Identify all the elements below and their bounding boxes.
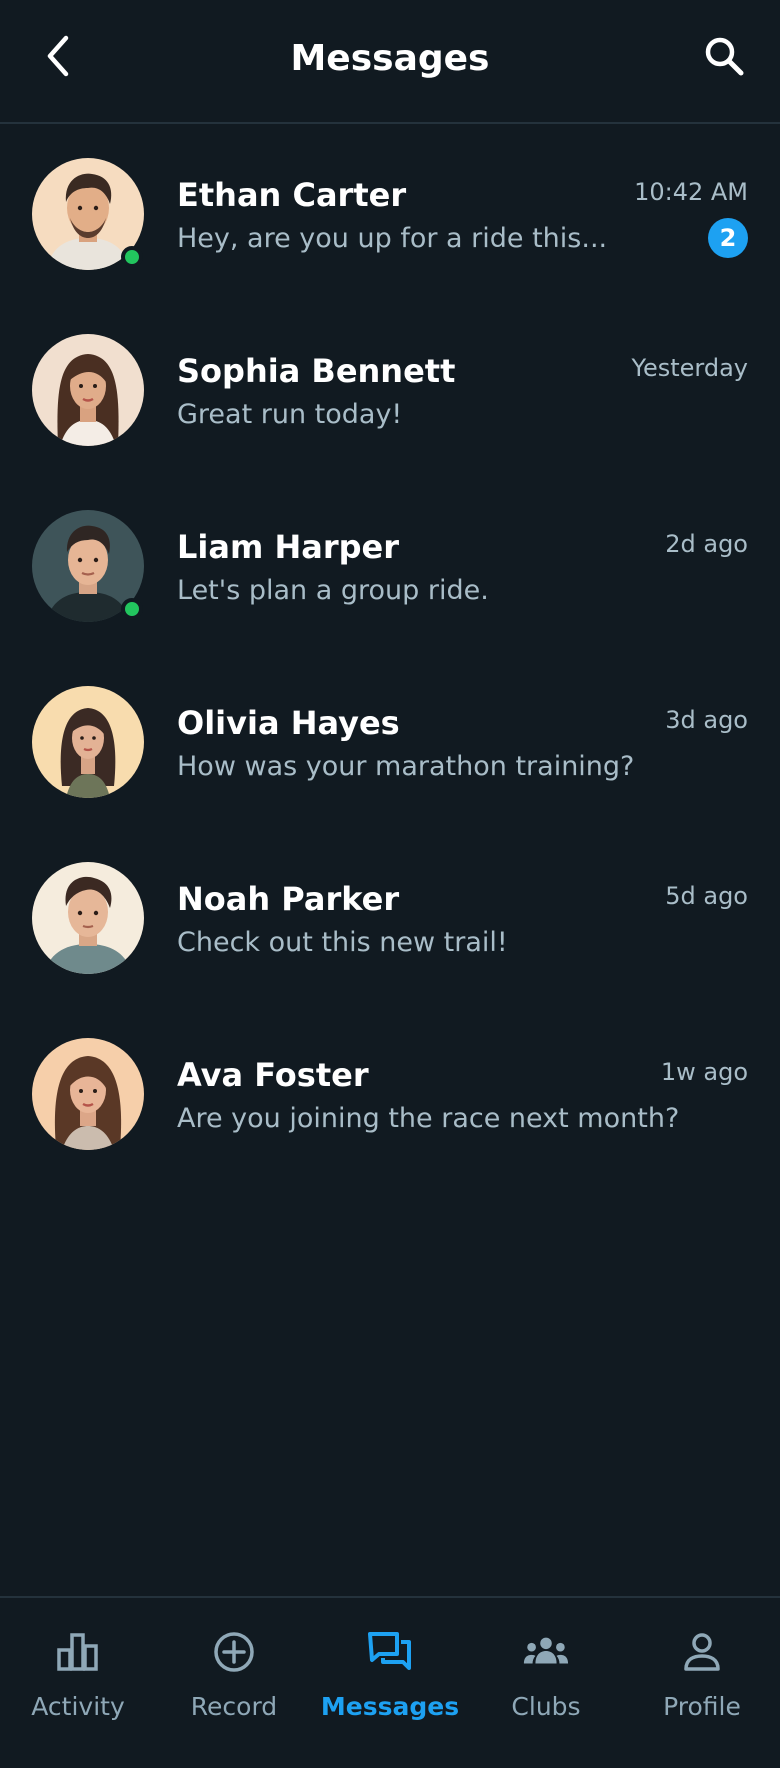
message-timestamp: 2d ago [665,530,748,558]
contact-name: Olivia Hayes [177,704,400,742]
bar-chart-icon [54,1628,102,1676]
message-preview: Hey, are you up for a ride this... [177,223,608,254]
message-preview: Let's plan a group ride. [177,575,489,606]
person-icon [678,1628,726,1676]
nav-item-clubs[interactable]: Clubs [468,1598,624,1768]
contact-name: Liam Harper [177,528,399,566]
nav-item-record[interactable]: Record [156,1598,312,1768]
contact-name: Ethan Carter [177,176,407,214]
page-title: Messages [290,38,490,79]
search-button[interactable] [696,28,752,84]
avatar[interactable] [32,334,144,446]
unread-count-badge: 2 [708,218,748,258]
online-status-indicator [121,598,143,620]
nav-label: Clubs [511,1692,581,1721]
avatar[interactable] [32,862,144,974]
group-icon [522,1628,570,1676]
nav-label: Record [190,1692,278,1721]
message-timestamp: 10:42 AM [634,178,748,206]
chat-bubbles-icon [366,1628,414,1676]
message-preview: Check out this new trail! [177,927,508,958]
avatar[interactable] [32,686,144,798]
message-preview: Great run today! [177,399,403,430]
conversation-item[interactable]: Ethan Carter Hey, are you up for a ride … [0,126,780,302]
conversation-item[interactable]: Olivia Hayes How was your marathon train… [0,654,780,830]
conversation-item[interactable]: Liam Harper Let's plan a group ride. 2d … [0,478,780,654]
online-status-indicator [121,246,143,268]
conversation-item[interactable]: Noah Parker Check out this new trail! 5d… [0,830,780,1006]
app-header: Messages [0,0,780,124]
nav-label: Messages [320,1692,460,1721]
message-timestamp: 3d ago [665,706,748,734]
bottom-navigation: Activity Record Messages Clubs Profile [0,1596,780,1768]
message-preview: Are you joining the race next month? [177,1103,680,1134]
conversation-list: Ethan Carter Hey, are you up for a ride … [0,126,780,1182]
nav-label: Profile [663,1692,741,1721]
conversation-item[interactable]: Sophia Bennett Great run today! Yesterda… [0,302,780,478]
plus-circle-icon [210,1628,258,1676]
message-timestamp: 5d ago [665,882,748,910]
contact-name: Noah Parker [177,880,400,918]
conversation-item[interactable]: Ava Foster Are you joining the race next… [0,1006,780,1182]
contact-name: Ava Foster [177,1056,369,1094]
nav-item-messages[interactable]: Messages [312,1598,468,1768]
nav-item-profile[interactable]: Profile [624,1598,780,1768]
nav-item-activity[interactable]: Activity [0,1598,156,1768]
avatar[interactable] [32,1038,144,1150]
nav-label: Activity [31,1692,125,1721]
contact-name: Sophia Bennett [177,352,456,390]
message-preview: How was your marathon training? [177,751,635,782]
message-timestamp: Yesterday [631,354,748,382]
search-icon [705,37,744,76]
message-timestamp: 1w ago [660,1058,748,1086]
